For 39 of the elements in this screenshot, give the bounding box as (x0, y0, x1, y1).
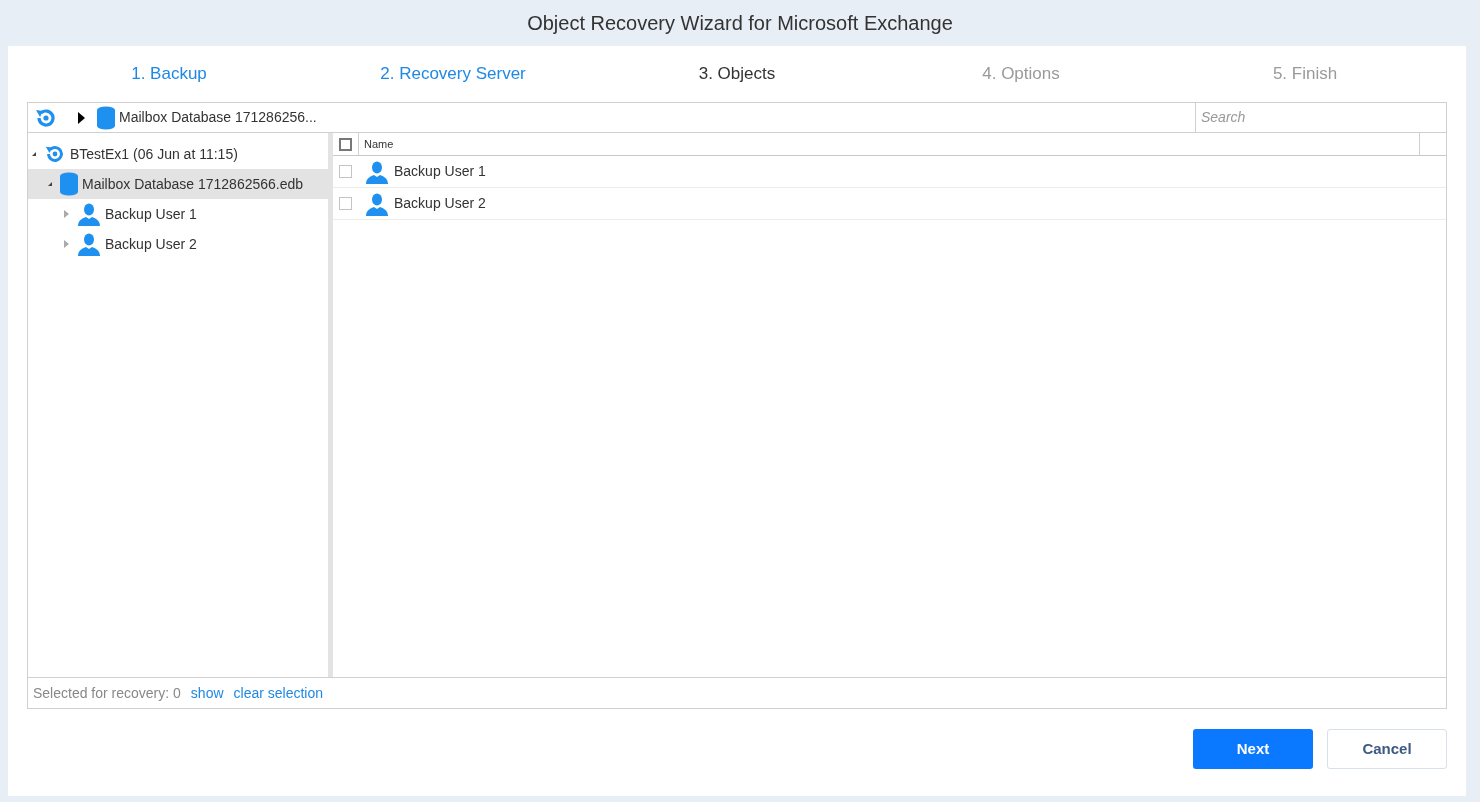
tree-item[interactable]: Backup User 1 (28, 199, 328, 229)
user-icon (365, 191, 389, 216)
collapsed-caret-icon[interactable] (64, 240, 69, 248)
tree-item-label: Backup User 1 (105, 204, 197, 224)
expanded-caret-icon[interactable] (32, 152, 36, 156)
tree-item[interactable]: Mailbox Database 1712862566.edb (28, 169, 328, 199)
restore-icon (44, 143, 66, 165)
database-icon (97, 105, 115, 130)
table-cell-text: Backup User 1 (394, 162, 486, 181)
wizard-step[interactable]: 2. Recovery Server (311, 61, 595, 87)
wizard-step[interactable]: 3. Objects (595, 61, 879, 87)
window-title: Object Recovery Wizard for Microsoft Exchange (526, 11, 954, 36)
wizard-step[interactable]: 1. Backup (27, 61, 311, 87)
table-row[interactable]: Backup User 2 (333, 188, 1446, 220)
tree-item-label: Mailbox Database 1712862566.edb (82, 174, 304, 194)
expanded-caret-icon[interactable] (48, 182, 52, 186)
selection-summary: Selected for recovery: 0 (33, 683, 181, 703)
collapsed-caret-icon[interactable] (64, 210, 69, 218)
checkbox[interactable] (339, 197, 352, 210)
checkbox[interactable] (339, 137, 352, 151)
checkbox[interactable] (339, 165, 352, 178)
cancel-button[interactable]: Cancel (1327, 729, 1447, 769)
user-icon (77, 232, 101, 256)
tree-item[interactable]: BTestEx1 (06 Jun at 11:15) (28, 139, 328, 169)
footer-link[interactable]: clear selection (233, 682, 324, 704)
user-icon (365, 159, 389, 184)
next-button[interactable]: Next (1193, 729, 1313, 769)
column-header[interactable]: Name (358, 133, 1420, 155)
user-icon (77, 202, 101, 226)
footer-link[interactable]: show (190, 682, 224, 704)
tree-item[interactable]: Backup User 2 (28, 229, 328, 259)
tree-item-label: Backup User 2 (105, 234, 197, 254)
tree-item-label: BTestEx1 (06 Jun at 11:15) (70, 144, 238, 164)
table-row[interactable]: Backup User 1 (333, 156, 1446, 188)
breadcrumb-item[interactable]: Mailbox Database 171286256... (119, 107, 317, 128)
table-cell-text: Backup User 2 (394, 194, 486, 213)
expand-arrow-icon[interactable] (78, 111, 85, 124)
database-icon (60, 172, 78, 196)
search-field[interactable]: Search (1195, 103, 1446, 132)
